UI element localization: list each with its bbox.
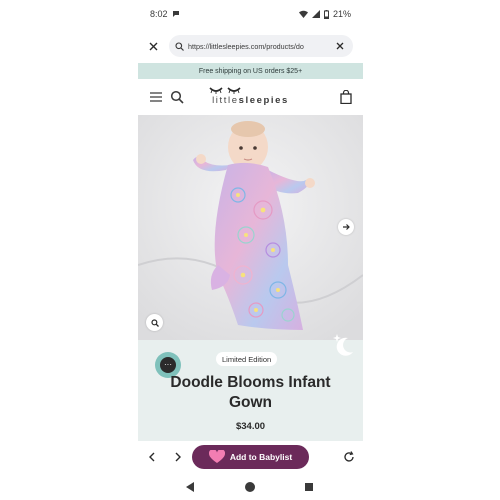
shopping-bag-icon[interactable] bbox=[340, 90, 352, 104]
add-to-babylist-button[interactable]: Add to Babylist bbox=[192, 445, 309, 469]
product-price: $34.00 bbox=[235, 421, 266, 432]
baby-photo bbox=[138, 115, 363, 340]
close-tab-button[interactable] bbox=[138, 34, 168, 58]
logo-bold: sleepies bbox=[238, 95, 289, 106]
bottom-toolbar: Add to Babylist bbox=[138, 443, 363, 471]
phone-screen: 8:02 21% https://littlesleepies.com/prod… bbox=[138, 0, 363, 500]
nav-home-icon[interactable] bbox=[245, 482, 255, 492]
nav-recents-icon[interactable] bbox=[305, 483, 313, 491]
babylist-label: Add to Babylist bbox=[229, 452, 293, 462]
logo-light: little bbox=[212, 95, 239, 106]
promo-banner[interactable]: Free shipping on US orders $25+ bbox=[138, 63, 363, 79]
product-image[interactable] bbox=[138, 115, 363, 340]
nav-back-icon[interactable] bbox=[186, 482, 195, 492]
close-icon bbox=[149, 42, 157, 50]
next-image-button[interactable] bbox=[338, 219, 354, 235]
site-header: littlesleepies bbox=[138, 80, 363, 114]
sleepy-eyes-icon bbox=[209, 87, 241, 94]
arrow-right-icon bbox=[343, 224, 350, 230]
signal-icon bbox=[311, 10, 320, 18]
clear-url-button[interactable] bbox=[333, 39, 347, 53]
forward-button[interactable] bbox=[170, 449, 186, 465]
system-nav-bar bbox=[138, 474, 363, 500]
refresh-button[interactable] bbox=[341, 449, 357, 465]
promo-text: Free shipping on US orders $25+ bbox=[198, 67, 303, 75]
chat-notification-icon bbox=[172, 11, 179, 17]
status-time: 8:02 bbox=[150, 9, 168, 19]
back-button[interactable] bbox=[144, 449, 160, 465]
product-title: Doodle Blooms Infant Gown bbox=[170, 374, 331, 411]
limited-edition-badge: Limited Edition bbox=[216, 352, 278, 366]
product-info-panel: ··· Limited Edition Doodle Blooms Infant… bbox=[138, 334, 363, 441]
menu-icon[interactable] bbox=[150, 92, 162, 102]
magnifier-icon bbox=[150, 318, 159, 327]
zoom-button[interactable] bbox=[146, 314, 163, 331]
search-icon[interactable] bbox=[170, 90, 184, 104]
chat-dots-icon: ··· bbox=[160, 357, 176, 373]
browser-toolbar: https://littlesleepies.com/products/do bbox=[138, 34, 363, 58]
wifi-icon bbox=[298, 10, 308, 18]
battery-icon bbox=[323, 9, 329, 19]
url-field[interactable]: https://littlesleepies.com/products/do bbox=[169, 35, 353, 57]
refresh-icon bbox=[344, 451, 354, 462]
battery-level: 21% bbox=[332, 9, 351, 19]
site-logo[interactable]: littlesleepies bbox=[208, 85, 293, 111]
logo-wordmark: littlesleepies bbox=[208, 95, 293, 106]
status-bar: 8:02 21% bbox=[138, 0, 363, 28]
close-icon bbox=[336, 42, 344, 50]
chevron-right-icon bbox=[175, 452, 181, 462]
url-text: https://littlesleepies.com/products/do bbox=[188, 41, 304, 51]
search-icon bbox=[175, 41, 184, 51]
heart-icon bbox=[208, 450, 225, 463]
chevron-left-icon bbox=[149, 452, 155, 462]
moon-stars-icon bbox=[333, 334, 353, 356]
